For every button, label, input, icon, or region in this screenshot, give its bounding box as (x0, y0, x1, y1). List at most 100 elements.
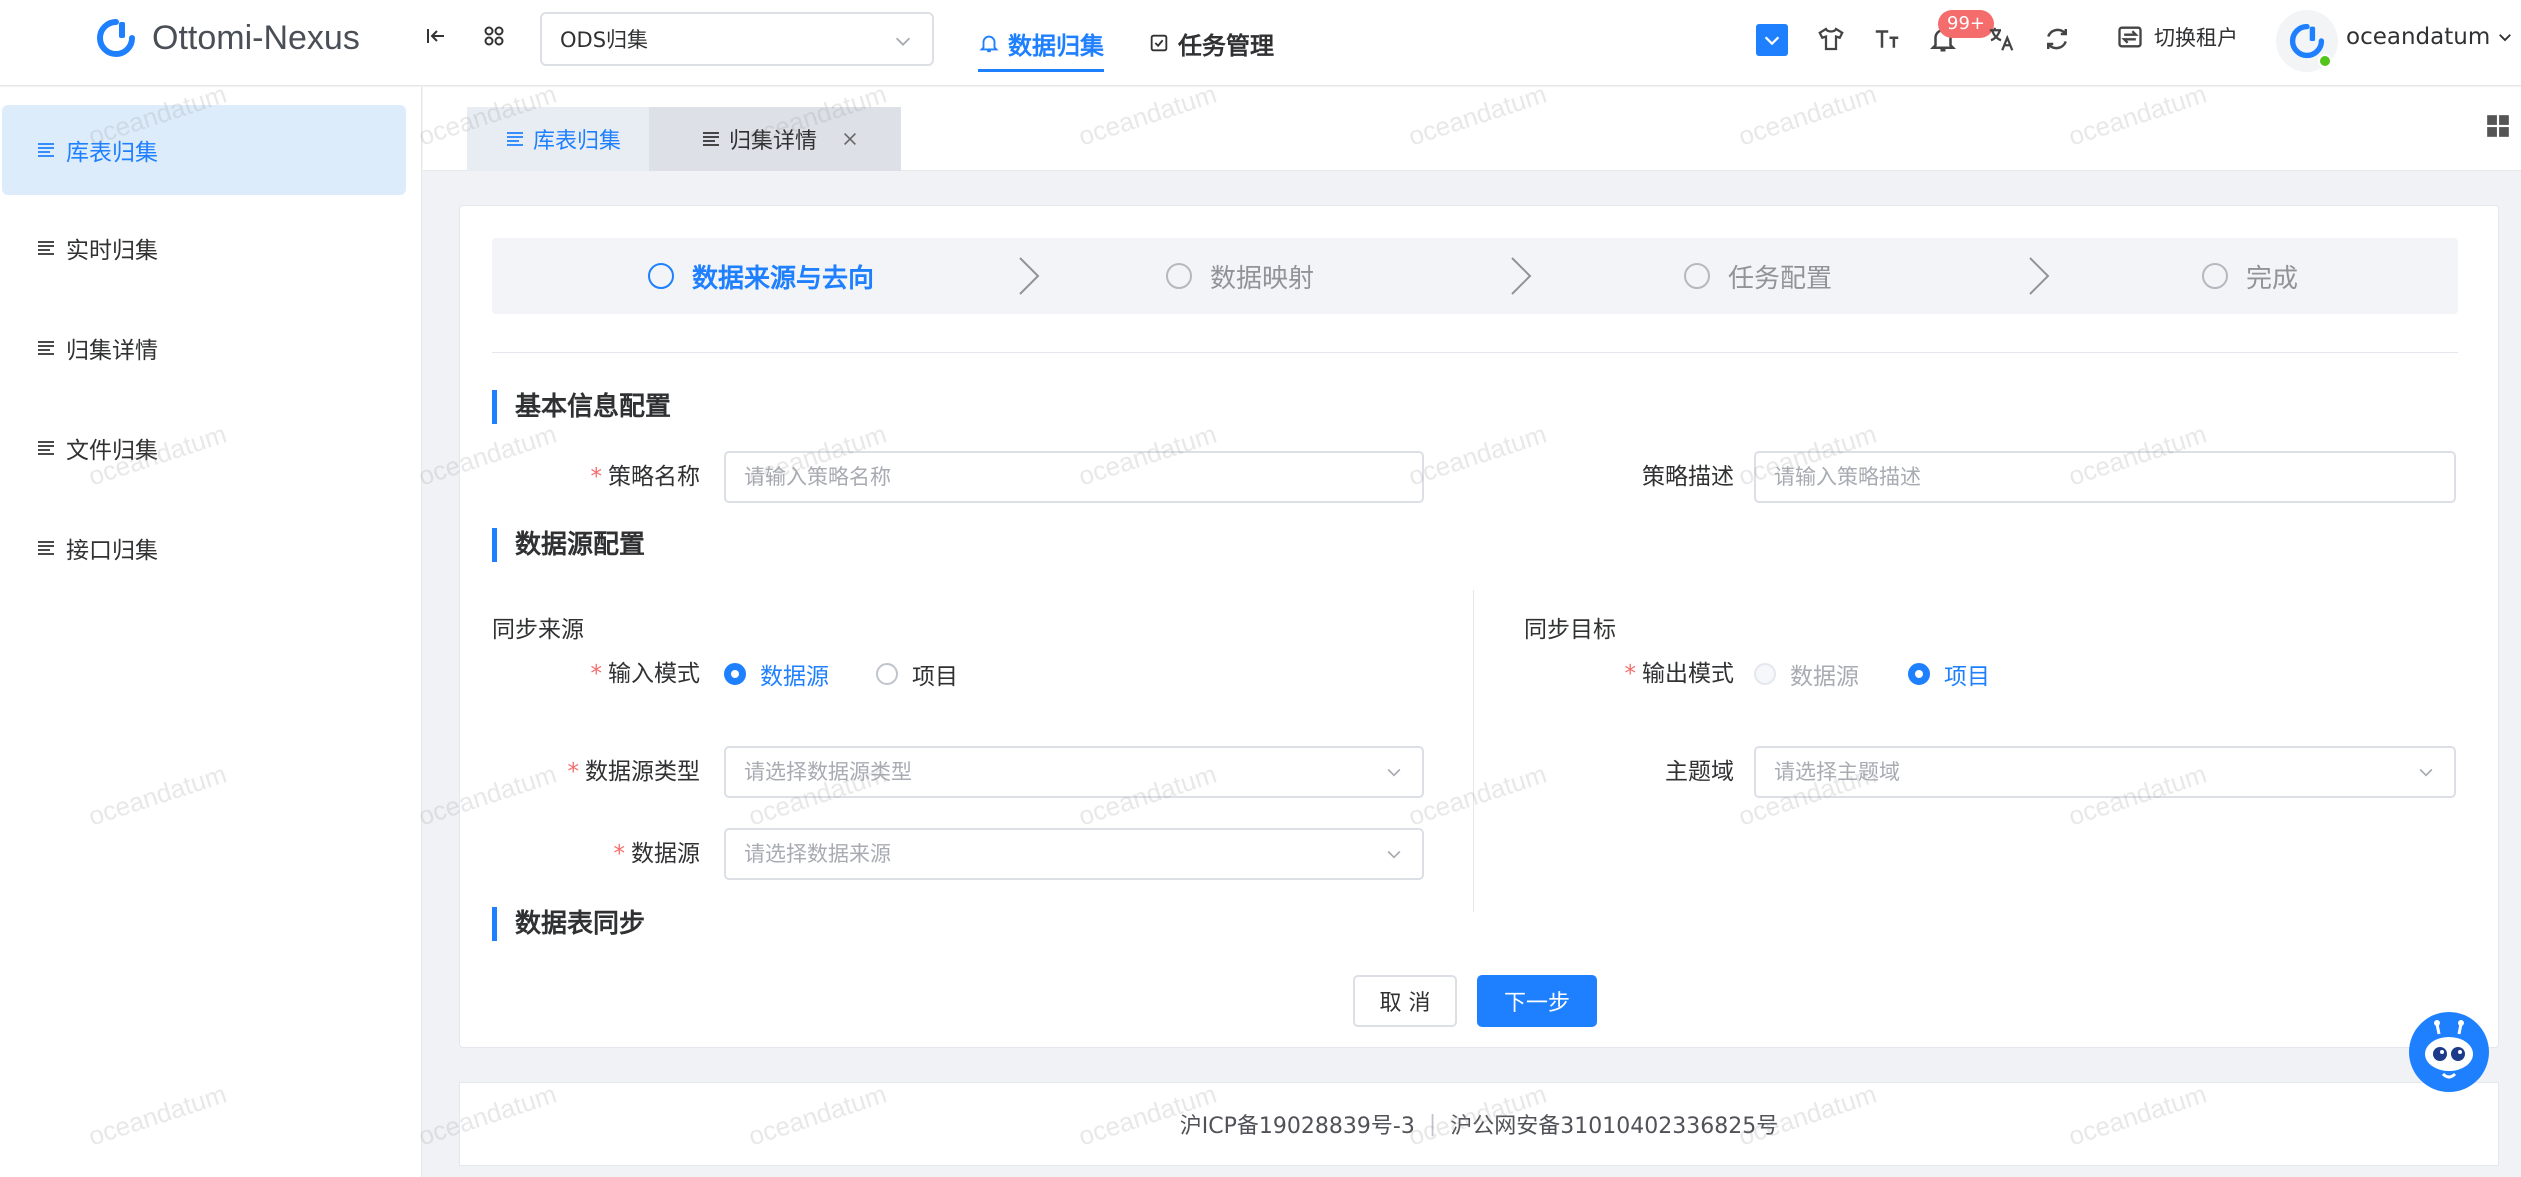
label-text: 输入模式 (608, 661, 700, 687)
step-label: 任务配置 (1728, 263, 1833, 294)
input-mode-radio-project[interactable]: 项目 (876, 648, 958, 700)
required-mark: * (590, 661, 603, 687)
policy-name-input[interactable] (724, 451, 1424, 503)
refresh-icon[interactable] (2042, 24, 2072, 54)
subject-domain-label: 主题域 (1665, 759, 1734, 785)
output-mode-radio-project[interactable]: 项目 (1908, 648, 1990, 700)
label-text: 策略名称 (608, 464, 700, 490)
sidebar-item-label: 库表归集 (66, 140, 158, 166)
radio-dot (1754, 663, 1776, 685)
required-mark: * (1624, 661, 1637, 687)
list-icon (38, 541, 54, 555)
step-circle-icon (1166, 263, 1192, 289)
select-placeholder: 请选择数据来源 (744, 842, 891, 866)
sidebar-item-label: 归集详情 (66, 338, 158, 364)
layout-toggle-icon[interactable] (1756, 24, 1788, 56)
nav-tab-data-collection[interactable]: 数据归集 (978, 0, 1104, 86)
select-placeholder: 请选择主题域 (1774, 760, 1900, 784)
close-icon[interactable] (841, 130, 859, 148)
username-label: oceandatum (2346, 24, 2491, 50)
cancel-button[interactable]: 取 消 (1353, 975, 1457, 1027)
tab-table-collection[interactable]: 库表归集 (467, 107, 649, 171)
chevron-right-icon (1511, 257, 1532, 295)
sidebar-item-label: 接口归集 (66, 538, 158, 564)
app-logo[interactable]: Ottomi-Nexus (96, 18, 360, 58)
datasource-label: * 数据源 (550, 828, 701, 880)
theme-shirt-icon[interactable] (1816, 24, 1846, 54)
tab-label: 归集详情 (729, 129, 818, 154)
next-step-button[interactable]: 下一步 (1477, 975, 1597, 1027)
radio-label: 项目 (912, 664, 958, 690)
required-mark: * (567, 759, 580, 785)
tab-collection-details[interactable]: 归集详情 (649, 107, 901, 171)
nav-tab-task-management[interactable]: 任务管理 (1148, 0, 1274, 86)
assistant-robot-icon[interactable] (2407, 1010, 2491, 1094)
sidebar-item-api-collection[interactable]: 接口归集 (2, 503, 406, 593)
radio-dot (724, 663, 746, 685)
switch-icon (2118, 26, 2142, 48)
step-complete: 完成 (2202, 238, 2298, 314)
subject-domain-select[interactable]: 请选择主题域 (1754, 746, 2456, 798)
required-mark: * (590, 464, 603, 490)
collapse-sidebar-icon[interactable] (424, 24, 452, 52)
policy-desc-input[interactable] (1754, 451, 2456, 503)
chevron-down-icon (1387, 768, 1401, 777)
icp-record-link[interactable]: 沪ICP备19028839号-3 (1180, 1108, 1415, 1140)
step-circle-icon (2202, 263, 2228, 289)
list-icon (38, 441, 54, 455)
page-tabs-bar: 库表归集 归集详情 (423, 87, 2521, 171)
tab-label: 库表归集 (533, 129, 622, 154)
translate-icon[interactable] (1986, 24, 2016, 54)
datasource-select[interactable]: 请选择数据来源 (724, 828, 1424, 880)
online-status-dot (2318, 54, 2332, 68)
bell-icon (979, 35, 999, 53)
input-mode-radio-datasource[interactable]: 数据源 (724, 648, 829, 700)
sidebar-item-file-collection[interactable]: 文件归集 (2, 403, 406, 493)
datasource-type-select[interactable]: 请选择数据源类型 (724, 746, 1424, 798)
step-source-target: 数据来源与去向 (648, 238, 874, 314)
footer: 沪ICP备19028839号-3 | 沪公网安备31010402336825号 (459, 1082, 2499, 1166)
divider (492, 352, 2458, 353)
sidebar: 库表归集 实时归集 归集详情 文件归集 接口归集 (0, 87, 422, 1177)
output-mode-label: * 输出模式 (1584, 648, 1735, 700)
steps-bar: 数据来源与去向 数据映射 任务配置 完成 (492, 238, 2458, 314)
section-title-basic: 基本信息配置 (492, 390, 671, 424)
step-label: 数据映射 (1210, 263, 1315, 294)
sync-target-title: 同步目标 (1524, 617, 1616, 643)
sidebar-item-table-collection[interactable]: 库表归集 (2, 105, 406, 195)
apps-menu-icon[interactable] (482, 24, 510, 52)
radio-label: 数据源 (760, 664, 829, 690)
tab-menu-grid-icon[interactable] (2485, 113, 2511, 139)
radio-label: 项目 (1944, 664, 1990, 690)
sidebar-item-label: 文件归集 (66, 438, 158, 464)
radio-label: 数据源 (1790, 664, 1859, 690)
chevron-right-icon (2029, 257, 2050, 295)
section-title-table-sync: 数据表同步 (492, 907, 645, 941)
police-record-link[interactable]: 沪公网安备31010402336825号 (1450, 1108, 1778, 1140)
policy-desc-label: 策略描述 (1642, 464, 1734, 490)
radio-dot (876, 663, 898, 685)
avatar[interactable] (2276, 10, 2338, 72)
top-header: Ottomi-Nexus ODS归集 数据归集 任务管理 99+ 切换租户 oc… (0, 0, 2521, 86)
step-task-config: 任务配置 (1684, 238, 1832, 314)
switch-tenant-button[interactable]: 切换租户 (2116, 22, 2238, 52)
step-label: 完成 (2246, 263, 2299, 294)
switch-tenant-label: 切换租户 (2154, 26, 2238, 50)
sidebar-item-realtime-collection[interactable]: 实时归集 (2, 203, 406, 293)
required-mark: * (613, 841, 626, 867)
datasource-select[interactable]: ODS归集 (540, 12, 934, 66)
user-menu[interactable]: oceandatum (2346, 24, 2514, 50)
app-title: Ottomi-Nexus (152, 18, 360, 57)
policy-name-label: * 策略名称 (550, 451, 701, 503)
nav-tab-label: 数据归集 (1008, 31, 1104, 60)
radio-dot (1908, 663, 1930, 685)
sidebar-item-collection-details[interactable]: 归集详情 (2, 303, 406, 393)
font-size-icon[interactable] (1872, 24, 1902, 54)
sync-source-title: 同步来源 (492, 617, 584, 643)
label-text: 输出模式 (1642, 661, 1734, 687)
select-placeholder: 请选择数据源类型 (744, 760, 912, 784)
input-mode-label: * 输入模式 (550, 648, 701, 700)
step-circle-icon (648, 263, 674, 289)
chevron-right-icon (1019, 257, 1040, 295)
label-text: 数据源类型 (585, 759, 700, 785)
